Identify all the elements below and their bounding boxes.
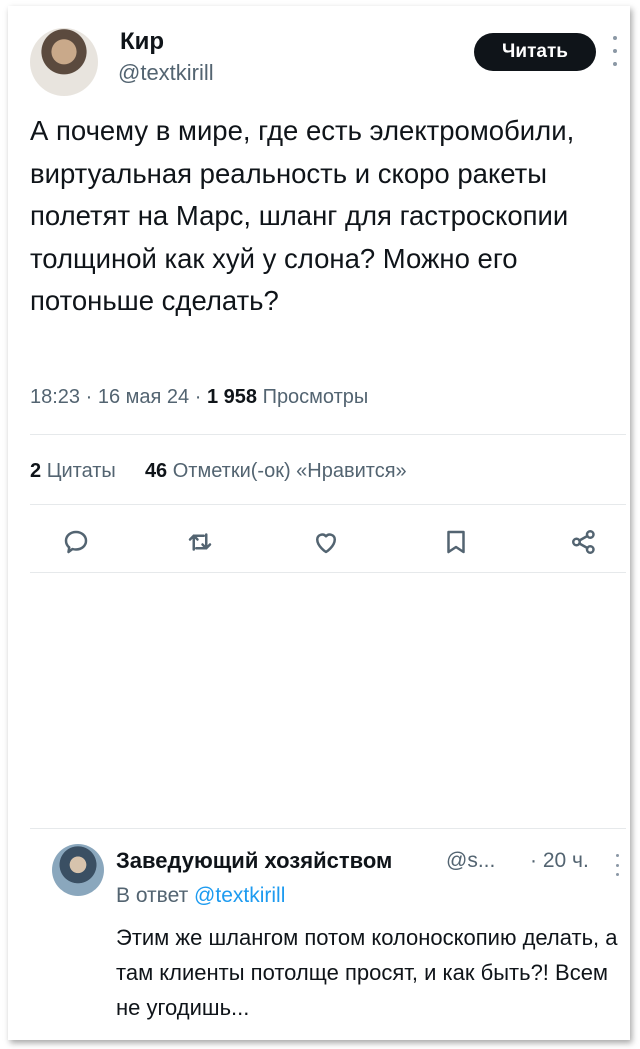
divider bbox=[30, 504, 626, 505]
likes-link[interactable]: 46 Отметки(-ок) «Нравится» bbox=[145, 460, 407, 482]
tweet-text: А почему в мире, где есть электромобили,… bbox=[30, 115, 575, 316]
reply-button[interactable] bbox=[56, 522, 96, 562]
divider bbox=[30, 434, 626, 435]
views-label: Просмотры bbox=[262, 386, 369, 408]
quotes-count: 2 bbox=[30, 460, 42, 482]
reply-time[interactable]: · 20 ч. bbox=[530, 849, 589, 873]
bookmark-icon bbox=[447, 530, 465, 554]
author-handle[interactable]: @textkirill bbox=[118, 60, 214, 86]
reply-author-avatar[interactable] bbox=[52, 844, 104, 896]
action-bar bbox=[8, 522, 630, 570]
share-icon bbox=[572, 530, 595, 554]
retweet-icon bbox=[188, 533, 212, 551]
author-avatar[interactable] bbox=[30, 28, 98, 96]
retweet-button[interactable] bbox=[180, 522, 220, 562]
tweet-time[interactable]: 18:23 bbox=[30, 386, 80, 408]
screenshot-frame: Кир @textkirill Читать А почему в мире, … bbox=[8, 6, 630, 1040]
tweet-date[interactable]: 16 мая 24 bbox=[98, 386, 189, 408]
author-name[interactable]: Кир bbox=[120, 28, 164, 56]
divider bbox=[30, 572, 626, 573]
tweet-stats: 2 Цитаты 46 Отметки(-ок) «Нравится» bbox=[30, 460, 407, 483]
bookmark-button[interactable] bbox=[436, 522, 476, 562]
reply-more-options-icon[interactable] bbox=[614, 854, 620, 876]
likes-count: 46 bbox=[144, 460, 168, 482]
quotes-link[interactable]: 2 Цитаты bbox=[30, 460, 116, 482]
reply-author-name[interactable]: Заведующий хозяйством bbox=[116, 848, 392, 874]
reply-to: В ответ @textkirill bbox=[116, 884, 285, 908]
read-button[interactable]: Читать bbox=[474, 33, 596, 71]
reply-to-prefix: В ответ bbox=[116, 884, 189, 907]
divider bbox=[30, 828, 626, 829]
reply-to-handle[interactable]: @textkirill bbox=[194, 884, 285, 907]
heart-icon bbox=[316, 533, 336, 554]
likes-label: Отметки(-ок) «Нравится» bbox=[172, 460, 407, 482]
reply-text: Этим же шлангом потом колоноскопию делат… bbox=[116, 925, 618, 1020]
like-button[interactable] bbox=[306, 522, 346, 562]
reply-author-handle[interactable]: @s... bbox=[446, 849, 495, 873]
share-button[interactable] bbox=[564, 522, 604, 562]
more-options-icon[interactable] bbox=[612, 36, 618, 66]
reply-icon bbox=[64, 530, 88, 554]
tweet-meta: 18:23 · 16 мая 24 · 1 958 Просмотры bbox=[30, 386, 369, 408]
views-count: 1 958 bbox=[206, 386, 257, 408]
quotes-label: Цитаты bbox=[46, 460, 116, 482]
